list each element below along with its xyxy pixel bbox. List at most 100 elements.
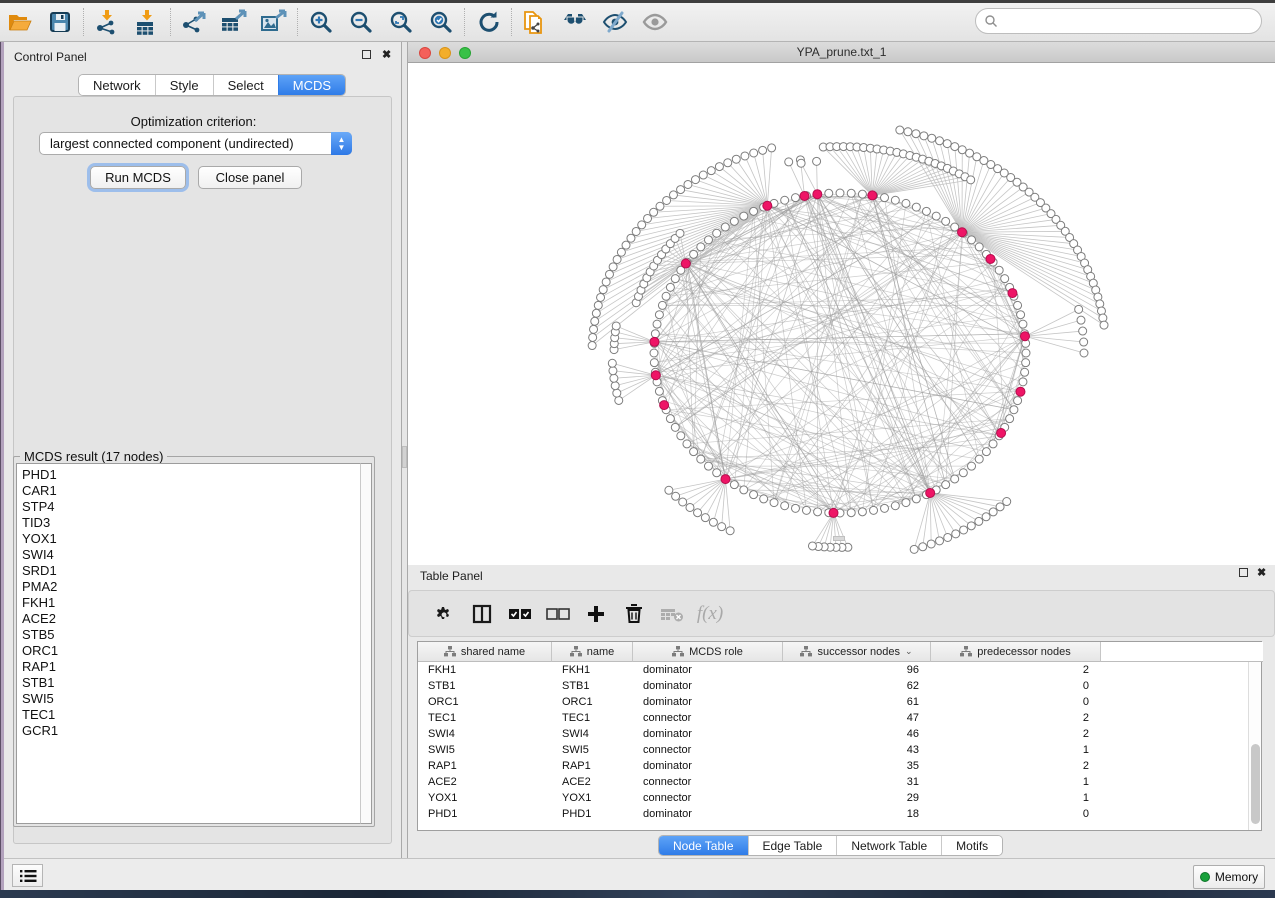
graph-node[interactable] <box>797 159 805 167</box>
mcds-node[interactable] <box>926 488 935 497</box>
graph-node[interactable] <box>617 248 625 256</box>
table-row[interactable]: YOX1YOX1connector291 <box>418 790 1101 806</box>
mcds-result-item[interactable]: FKH1 <box>22 595 361 611</box>
mcds-result-list[interactable]: PHD1CAR1STP4TID3YOX1SWI4SRD1PMA2FKH1ACE2… <box>16 463 362 824</box>
graph-node[interactable] <box>750 207 758 215</box>
mcds-node[interactable] <box>651 371 660 380</box>
graph-node[interactable] <box>597 293 605 301</box>
graph-node[interactable] <box>724 159 732 167</box>
graph-node[interactable] <box>650 208 658 216</box>
graph-node[interactable] <box>881 504 889 512</box>
mcds-node[interactable] <box>986 254 995 263</box>
mcds-result-item[interactable]: SRD1 <box>22 563 361 579</box>
open-file-icon[interactable] <box>0 5 40 39</box>
graph-node[interactable] <box>653 320 661 328</box>
network-window-titlebar[interactable]: YPA_prune.txt_1 <box>408 42 1275 63</box>
graph-node[interactable] <box>912 130 920 138</box>
graph-node[interactable] <box>958 146 966 154</box>
graph-node[interactable] <box>896 126 904 134</box>
graph-node[interactable] <box>802 506 810 514</box>
graph-node[interactable] <box>591 317 599 325</box>
graph-node[interactable] <box>707 167 715 175</box>
graph-node[interactable] <box>858 508 866 516</box>
mcds-result-item[interactable]: STB5 <box>22 627 361 643</box>
graph-node[interactable] <box>910 545 918 553</box>
mcds-node[interactable] <box>650 337 659 346</box>
graph-node[interactable] <box>808 542 816 550</box>
graph-node[interactable] <box>814 508 822 516</box>
scrollbar-thumb[interactable] <box>1251 744 1260 824</box>
graph-node[interactable] <box>622 241 630 249</box>
graph-node[interactable] <box>943 140 951 148</box>
memory-button[interactable]: Memory <box>1193 865 1265 889</box>
graph-node[interactable] <box>676 229 684 237</box>
graph-node[interactable] <box>732 155 740 163</box>
graph-node[interactable] <box>1080 338 1088 346</box>
hide-graphics-details-icon[interactable] <box>595 5 635 39</box>
graph-node[interactable] <box>740 486 748 494</box>
graph-node[interactable] <box>704 236 712 244</box>
tab-network-table[interactable]: Network Table <box>836 836 941 855</box>
graph-node[interactable] <box>588 342 596 350</box>
graph-node[interactable] <box>683 440 691 448</box>
table-row[interactable]: SWI5SWI5connector431 <box>418 742 1101 758</box>
graph-node[interactable] <box>612 322 620 330</box>
graph-node[interactable] <box>592 309 600 317</box>
column-settings-icon[interactable] <box>425 597 463 631</box>
close-panel-icon[interactable]: ✖ <box>382 50 391 61</box>
mcds-node[interactable] <box>1016 387 1025 396</box>
mcds-node[interactable] <box>868 191 877 200</box>
graph-node[interactable] <box>721 223 729 231</box>
graph-node[interactable] <box>611 382 619 390</box>
graph-node[interactable] <box>704 462 712 470</box>
mcds-result-item[interactable]: STP4 <box>22 499 361 515</box>
graph-node[interactable] <box>1080 349 1088 357</box>
graph-node[interactable] <box>638 221 646 229</box>
graph-node[interactable] <box>1077 316 1085 324</box>
graph-node[interactable] <box>760 495 768 503</box>
graph-node[interactable] <box>1014 397 1022 405</box>
graph-node[interactable] <box>663 196 671 204</box>
graph-node[interactable] <box>959 469 967 477</box>
mcds-node[interactable] <box>958 228 967 237</box>
graph-node[interactable] <box>975 455 983 463</box>
column-header-predecessor-nodes[interactable]: predecessor nodes <box>931 642 1101 662</box>
mcds-result-item[interactable]: ACE2 <box>22 611 361 627</box>
graph-node[interactable] <box>1019 320 1027 328</box>
mcds-node[interactable] <box>813 190 822 199</box>
graph-node[interactable] <box>715 163 723 171</box>
float-panel-icon[interactable] <box>362 50 371 62</box>
graph-node[interactable] <box>1001 275 1009 283</box>
table-row[interactable]: STB1STB1dominator620 <box>418 678 1101 694</box>
graph-node[interactable] <box>613 389 621 397</box>
graph-node[interactable] <box>697 455 705 463</box>
graph-node[interactable] <box>951 223 959 231</box>
graph-node[interactable] <box>713 469 721 477</box>
import-network-icon[interactable] <box>87 5 127 39</box>
mcds-result-item[interactable]: TID3 <box>22 515 361 531</box>
graph-node[interactable] <box>920 132 928 140</box>
graph-node[interactable] <box>891 196 899 204</box>
graph-node[interactable] <box>671 423 679 431</box>
graph-node[interactable] <box>967 522 975 530</box>
graph-node[interactable] <box>697 243 705 251</box>
graph-node[interactable] <box>759 146 767 154</box>
graph-node[interactable] <box>995 266 1003 274</box>
graph-node[interactable] <box>936 137 944 145</box>
graph-node[interactable] <box>922 207 930 215</box>
graph-node[interactable] <box>781 502 789 510</box>
graph-node[interactable] <box>942 481 950 489</box>
graph-node[interactable] <box>741 152 749 160</box>
graph-node[interactable] <box>847 509 855 517</box>
graph-node[interactable] <box>632 227 640 235</box>
add-column-icon[interactable] <box>577 597 615 631</box>
graph-node[interactable] <box>1021 368 1029 376</box>
graph-node[interactable] <box>770 499 778 507</box>
mcds-list-scrollbar[interactable] <box>360 463 372 824</box>
tab-network[interactable]: Network <box>79 75 155 95</box>
graph-node[interactable] <box>651 330 659 338</box>
graph-node[interactable] <box>1100 321 1108 329</box>
graph-node[interactable] <box>932 212 940 220</box>
column-header-MCDS-role[interactable]: MCDS role <box>633 642 783 662</box>
graph-node[interactable] <box>701 514 709 522</box>
